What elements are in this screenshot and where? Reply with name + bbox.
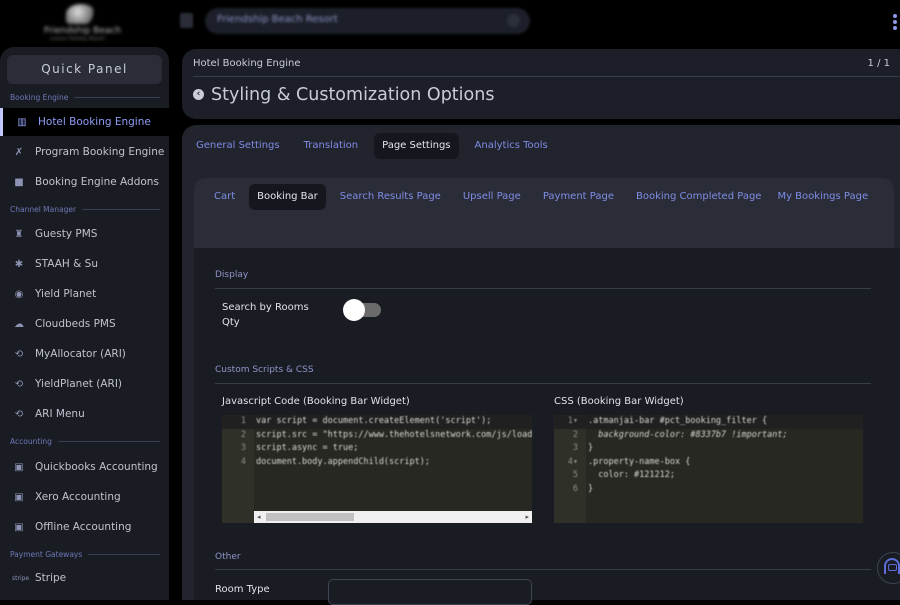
cloud-icon: ☁ <box>14 318 24 330</box>
tab-translation[interactable]: Translation <box>296 133 367 159</box>
sidebar-item-yieldplanet-ari[interactable]: ⟲ YieldPlanet (ARI) <box>0 370 169 398</box>
sidebar-item-stripe[interactable]: stripe Stripe <box>0 564 169 592</box>
sidebar-item-booking-engine-addons[interactable]: ■ Booking Engine Addons <box>0 168 169 196</box>
sidebar-section-booking-engine: Booking Engine <box>10 93 160 102</box>
sidebar-section-payment-gateways: Payment Gateways <box>10 550 160 559</box>
search-by-rooms-toggle[interactable] <box>343 299 381 321</box>
sidebar-item-staah[interactable]: ✱ STAAH & Su <box>0 250 169 278</box>
header-divider <box>193 76 900 77</box>
property-search[interactable]: Friendship Beach Resort <box>205 8 530 34</box>
hotel-icon: ♜ <box>14 228 24 240</box>
sidebar-item-offline-accounting[interactable]: ▣ Offline Accounting <box>0 513 169 541</box>
tab-search-results-page[interactable]: Search Results Page <box>332 184 449 210</box>
tab-upsell-page[interactable]: Upsell Page <box>455 184 529 210</box>
globe-icon: ◉ <box>14 288 24 300</box>
property-search-value: Friendship Beach Resort <box>217 14 338 25</box>
sidebar-item-yield-planet[interactable]: ◉ Yield Planet <box>0 280 169 308</box>
js-code-editor[interactable]: 1 var script = document.createElement('sc… <box>222 415 532 523</box>
js-code-label: Javascript Code (Booking Bar Widget) <box>222 396 410 407</box>
scroll-left-arrow-icon[interactable]: ◂ <box>257 511 261 523</box>
sidebar-item-cloudbeds-pms[interactable]: ☁ Cloudbeds PMS <box>0 310 169 338</box>
page-header: Hotel Booking Engine 1 / 1 ‹ Styling & C… <box>182 49 900 119</box>
breadcrumb[interactable]: Hotel Booking Engine <box>193 58 300 69</box>
page-counter: 1 / 1 <box>867 58 890 69</box>
logo-name: Friendship Beach <box>44 26 122 36</box>
tab-my-bookings-page[interactable]: My Bookings Page <box>769 184 876 210</box>
css-code-content: 1▾ .atmanjai-bar #pct_booking_filter { 2 … <box>554 415 863 496</box>
asterisk-icon: ✱ <box>14 258 24 270</box>
scrollbar-thumb[interactable] <box>266 513 354 521</box>
tab-page-settings[interactable]: Page Settings <box>374 133 459 159</box>
sync-icon: ⟲ <box>14 408 24 420</box>
sync-icon: ⟲ <box>14 378 24 390</box>
menu-toggle-icon[interactable] <box>180 13 193 28</box>
display-section-title: Display <box>215 270 249 280</box>
sync-icon: ⟲ <box>14 348 24 360</box>
page-title: Styling & Customization Options <box>211 85 495 105</box>
logo-subtitle: Luxury Holiday Resort <box>50 36 105 42</box>
search-icon[interactable] <box>507 14 520 27</box>
running-icon: ✗ <box>14 146 24 158</box>
dolphin-logo-icon <box>66 4 96 24</box>
tab-cart[interactable]: Cart <box>206 184 243 210</box>
custom-scripts-section-title: Custom Scripts & CSS <box>215 365 314 375</box>
sidebar-item-myallocator[interactable]: ⟲ MyAllocator (ARI) <box>0 340 169 368</box>
sidebar: Quick Panel Booking Engine ▥ Hotel Bookin… <box>0 47 169 600</box>
page-tabs-container: Cart Booking Bar Search Results Page Ups… <box>194 178 894 248</box>
css-code-label: CSS (Booking Bar Widget) <box>554 396 684 407</box>
booking-bar-settings: Display Search by Rooms Qty Custom Scrip… <box>194 248 900 605</box>
brand-logo[interactable]: Friendship Beach Luxury Holiday Resort <box>40 2 122 42</box>
js-code-content: 1 var script = document.createElement('sc… <box>222 415 532 469</box>
custom-scripts-divider <box>215 383 871 384</box>
sidebar-item-xero[interactable]: ▣ Xero Accounting <box>0 483 169 511</box>
room-type-label: Room Type <box>215 584 270 595</box>
back-arrow-icon[interactable]: ‹ <box>193 89 204 100</box>
sidebar-section-channel-manager: Channel Manager <box>10 205 160 214</box>
scroll-right-arrow-icon[interactable]: ▸ <box>525 511 529 523</box>
css-code-editor[interactable]: 1▾ .atmanjai-bar #pct_booking_filter { 2 … <box>554 415 863 523</box>
top-bar: Friendship Beach Luxury Holiday Resort F… <box>0 0 900 45</box>
room-type-input[interactable] <box>328 579 532 605</box>
sidebar-item-quickbooks[interactable]: ▣ Quickbooks Accounting <box>0 453 169 481</box>
sidebar-section-accounting: Accounting <box>10 437 160 446</box>
tab-booking-completed-page[interactable]: Booking Completed Page <box>628 184 769 210</box>
sidebar-item-guesty-pms[interactable]: ♜ Guesty PMS <box>0 220 169 248</box>
sidebar-item-hotel-booking-engine[interactable]: ▥ Hotel Booking Engine <box>0 108 169 136</box>
other-divider <box>215 569 871 570</box>
other-section-title: Other <box>215 552 241 562</box>
main-tabs: General Settings Translation Page Settin… <box>188 133 564 159</box>
page-tabs: Cart Booking Bar Search Results Page Ups… <box>206 184 886 210</box>
js-editor-horizontal-scrollbar[interactable]: ◂ ▸ <box>254 511 532 523</box>
sidebar-item-program-booking-engine[interactable]: ✗ Program Booking Engine <box>0 138 169 166</box>
search-by-rooms-label: Search by Rooms Qty <box>222 302 309 328</box>
tab-booking-bar[interactable]: Booking Bar <box>249 184 326 210</box>
cash-register-icon: ▣ <box>14 521 24 533</box>
tab-general-settings[interactable]: General Settings <box>188 133 288 159</box>
display-divider <box>215 288 871 289</box>
tab-analytics-tools[interactable]: Analytics Tools <box>467 133 556 159</box>
settings-panel: General Settings Translation Page Settin… <box>182 125 900 605</box>
building-icon: ▥ <box>17 116 27 128</box>
bag-icon: ■ <box>14 176 24 188</box>
cash-register-icon: ▣ <box>14 491 24 503</box>
quick-panel-button[interactable]: Quick Panel <box>7 55 162 84</box>
cash-register-icon: ▣ <box>14 461 24 473</box>
sidebar-item-ari-menu[interactable]: ⟲ ARI Menu <box>0 400 169 428</box>
stripe-icon: stripe <box>12 574 30 582</box>
tab-payment-page[interactable]: Payment Page <box>535 184 622 210</box>
more-options-icon[interactable] <box>893 14 899 30</box>
chat-bubble-icon <box>888 564 897 571</box>
